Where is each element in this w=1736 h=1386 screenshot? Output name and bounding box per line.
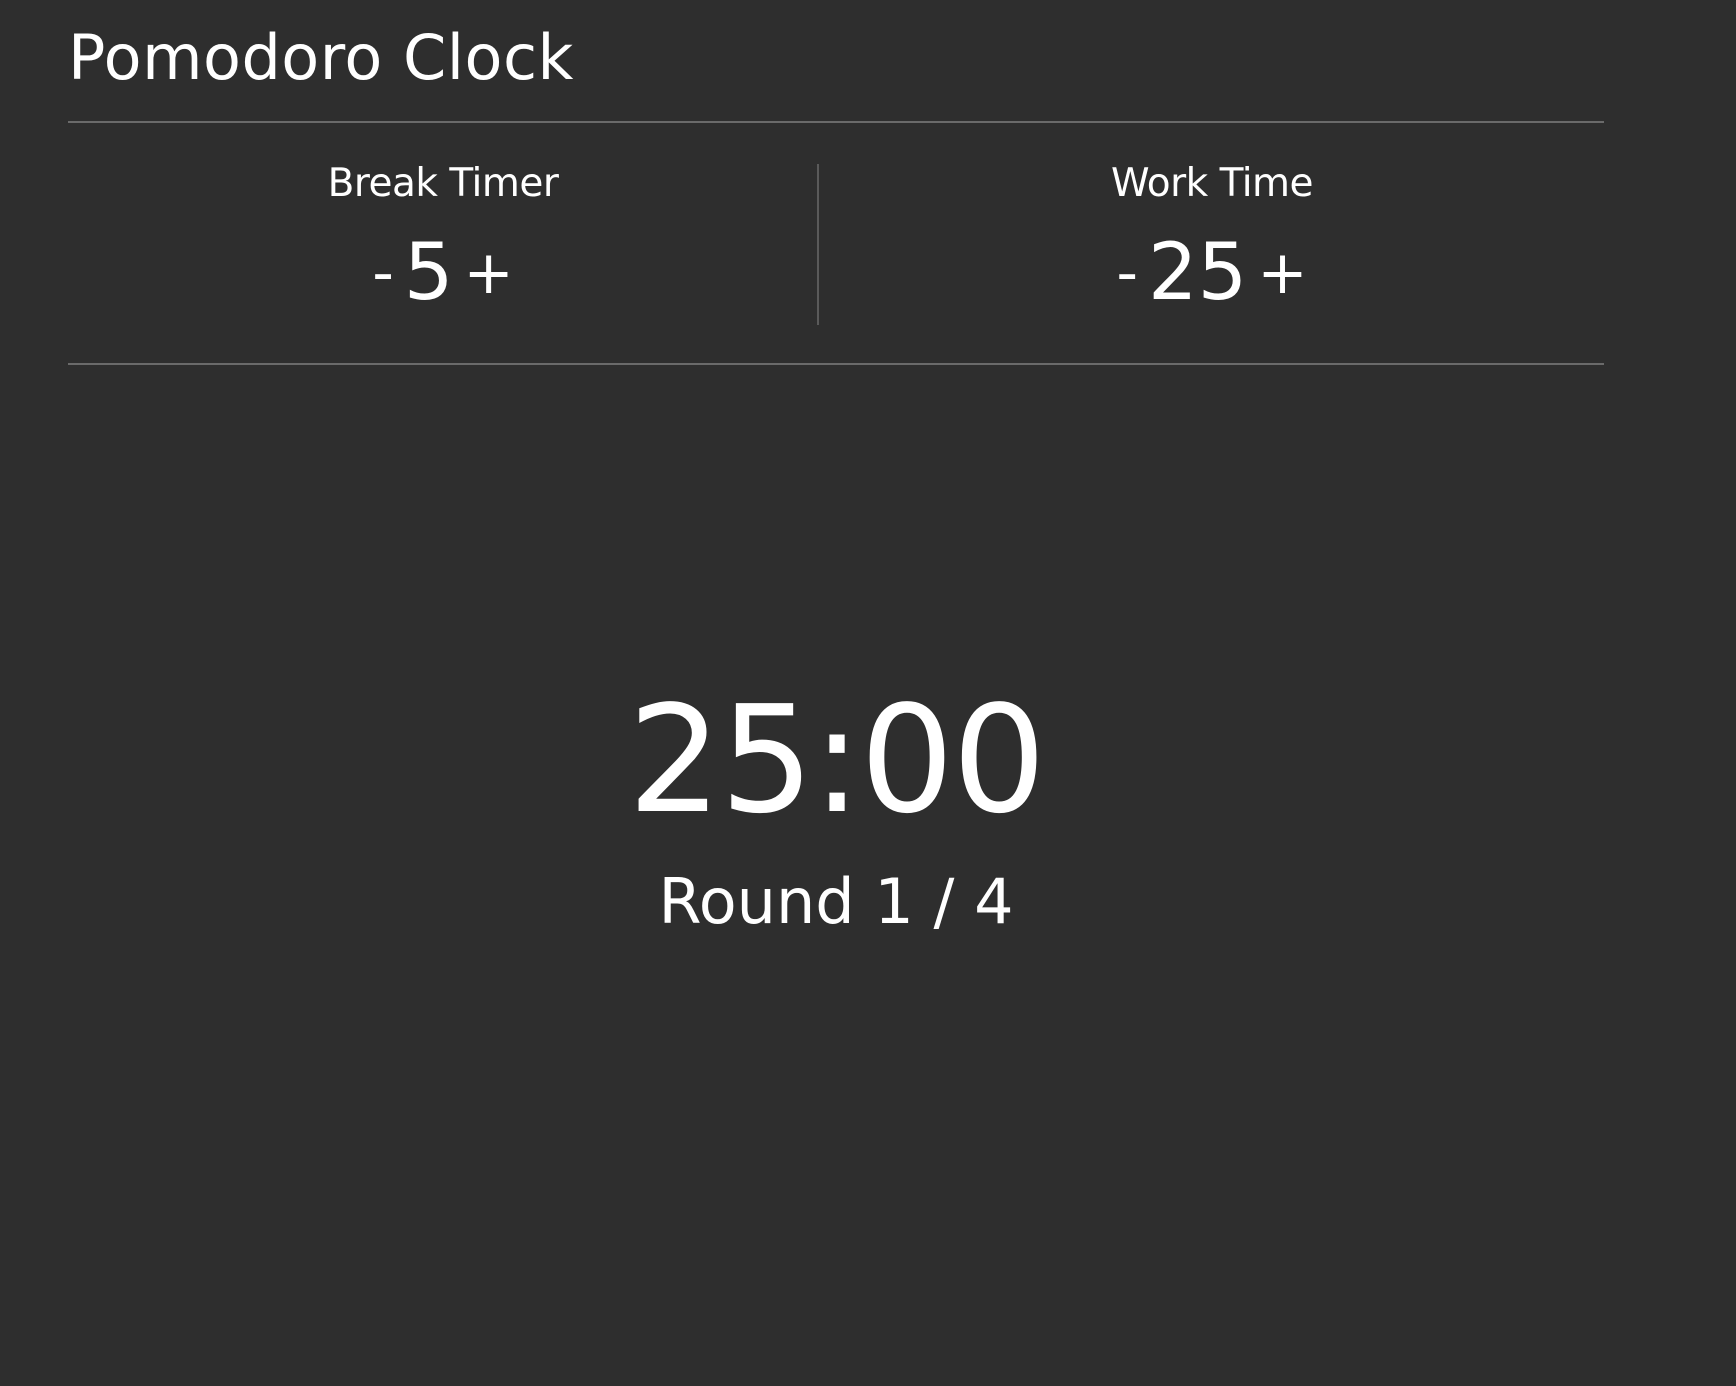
- settings-divider: [68, 363, 1604, 365]
- break-timer-value: 5: [403, 228, 454, 318]
- break-decrement-button[interactable]: -: [368, 233, 398, 313]
- pomodoro-app: Pomodoro Clock Break Timer - 5 + Work Ti…: [0, 0, 1736, 1386]
- work-time-value: 25: [1148, 228, 1248, 318]
- break-timer-panel: Break Timer - 5 +: [68, 123, 818, 363]
- work-time-label: Work Time: [1110, 161, 1314, 206]
- timer-settings: Break Timer - 5 + Work Time - 25 +: [68, 123, 1604, 363]
- break-timer-controls: - 5 +: [68, 223, 818, 323]
- work-time-controls: - 25 +: [820, 223, 1604, 323]
- work-time-panel: Work Time - 25 +: [820, 123, 1604, 363]
- break-increment-button[interactable]: +: [460, 233, 518, 313]
- timer-display[interactable]: 25:00: [0, 670, 1672, 850]
- settings-vertical-divider: [817, 164, 819, 325]
- break-timer-label: Break Timer: [327, 161, 559, 206]
- round-counter: Round 1 / 4: [658, 865, 1014, 938]
- work-increment-button[interactable]: +: [1253, 233, 1311, 313]
- page-title: Pomodoro Clock: [68, 21, 574, 94]
- work-decrement-button[interactable]: -: [1112, 233, 1142, 313]
